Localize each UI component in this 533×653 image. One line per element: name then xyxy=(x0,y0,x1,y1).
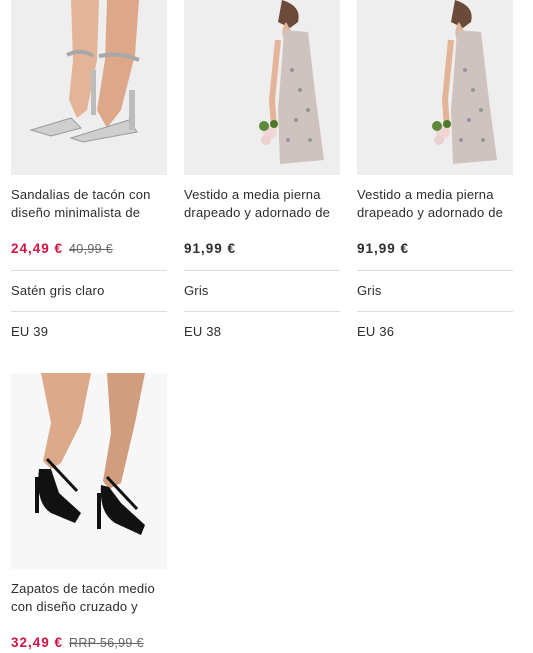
sandals-illustration xyxy=(11,0,167,175)
product-image-heels[interactable] xyxy=(11,373,167,569)
product-card[interactable]: Vestido a media pierna drapeado y adorna… xyxy=(184,0,340,352)
product-title[interactable]: Sandalias de tacón con diseño minimalist… xyxy=(11,186,167,222)
product-title[interactable]: Zapatos de tacón medio con diseño cruzad… xyxy=(11,580,167,616)
price-row: 91,99 € xyxy=(184,241,340,259)
original-price: RRP 56,99 € xyxy=(69,636,144,650)
product-title[interactable]: Vestido a media pierna drapeado y adorna… xyxy=(184,186,340,222)
price-row: 32,49 € RRP 56,99 € xyxy=(11,635,167,653)
dress-illustration xyxy=(184,0,340,175)
product-card[interactable]: Vestido a media pierna drapeado y adorna… xyxy=(357,0,513,352)
product-size: EU 38 xyxy=(184,324,222,339)
sale-price: 32,49 € xyxy=(11,635,64,650)
sale-price: 24,49 € xyxy=(11,241,64,256)
product-size: EU 36 xyxy=(357,324,395,339)
dress-illustration xyxy=(357,0,513,175)
product-color: Gris xyxy=(184,283,209,298)
product-card[interactable]: Sandalias de tacón con diseño minimalist… xyxy=(11,0,167,352)
price-row: 24,49 € 40,99 € xyxy=(11,241,167,259)
product-color: Gris xyxy=(357,283,382,298)
price: 91,99 € xyxy=(357,241,410,256)
product-image-sandals[interactable] xyxy=(11,0,167,175)
original-price: 40,99 € xyxy=(69,242,113,256)
product-color: Satén gris claro xyxy=(11,283,105,298)
product-title[interactable]: Vestido a media pierna drapeado y adorna… xyxy=(357,186,513,222)
price: 91,99 € xyxy=(184,241,237,256)
product-image-dress[interactable] xyxy=(184,0,340,175)
product-size: EU 39 xyxy=(11,324,49,339)
product-image-dress[interactable] xyxy=(357,0,513,175)
product-card[interactable]: Zapatos de tacón medio con diseño cruzad… xyxy=(11,373,167,653)
price-row: 91,99 € xyxy=(357,241,513,259)
heels-illustration xyxy=(11,373,167,569)
